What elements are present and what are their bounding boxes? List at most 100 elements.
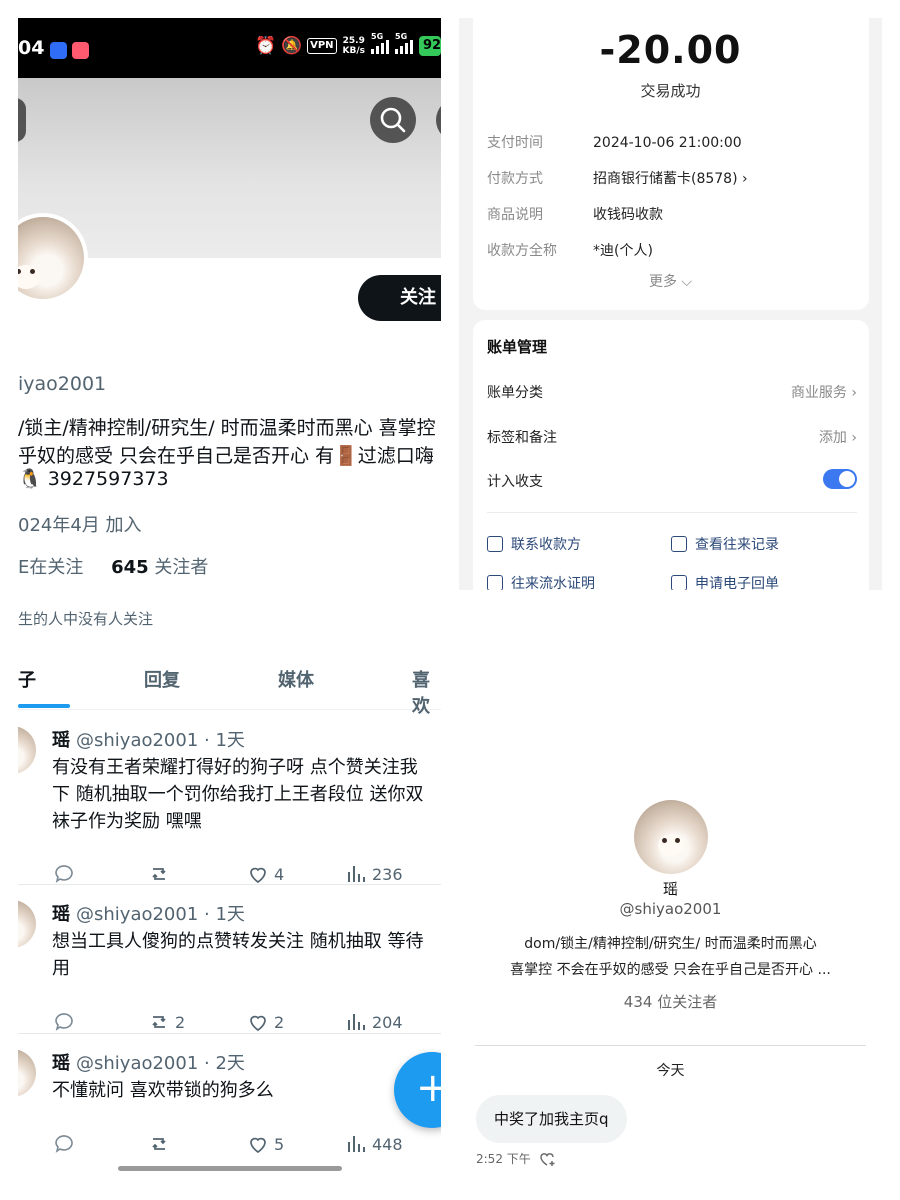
- tweet-author-name[interactable]: 瑶: [52, 904, 70, 925]
- repost-icon: [152, 868, 166, 880]
- status-time: 04: [18, 37, 45, 59]
- heart-icon: [250, 1137, 266, 1154]
- add-tag-button[interactable]: 添加 ›: [819, 427, 857, 447]
- mutual-followers-note: 生的人中没有人关注: [18, 610, 154, 628]
- repost-button[interactable]: 2: [147, 1010, 185, 1034]
- transaction-amount: -20.00: [599, 28, 742, 72]
- tweet-meta: @shiyao2001 · 1天: [76, 904, 245, 925]
- statement-proof-link[interactable]: 往来流水证明: [487, 573, 595, 590]
- detail-row-time: 支付时间 2024-10-06 21:00:00: [487, 135, 742, 151]
- search-button[interactable]: [370, 97, 416, 143]
- reply-button[interactable]: [52, 1132, 76, 1156]
- view-history-link[interactable]: 查看往来记录: [671, 534, 779, 554]
- tweet-header: 瑶 @shiyao2001 · 1天: [52, 726, 245, 752]
- payment-detail-screen: -20.00 交易成功 支付时间 2024-10-06 21:00:00 付款方式…: [459, 18, 882, 590]
- tweet-author-name[interactable]: 瑶: [52, 1053, 70, 1074]
- views-button[interactable]: 204: [344, 1010, 403, 1034]
- tweet-avatar[interactable]: [18, 900, 36, 948]
- chat-screen: 瑶 @shiyao2001 dom/锁主/精神控制/研究生/ 时而温柔时而黑心 …: [459, 590, 882, 1180]
- e-receipt-link[interactable]: 申请电子回单: [671, 573, 779, 590]
- join-date: 024年4月 加入: [18, 515, 142, 536]
- detail-row-item: 商品说明 收钱码收款: [487, 207, 663, 223]
- bill-category-value[interactable]: 商业服务 ›: [791, 382, 857, 402]
- status-icons: ⏰ 🔕 VPN 25.9 KB/s 5G 5G 92: [255, 32, 441, 56]
- tweet-actions: 5 448: [52, 1132, 441, 1156]
- contact-payee-link[interactable]: 联系收款方: [487, 534, 581, 554]
- tab-media[interactable]: 媒体: [278, 666, 314, 692]
- profile-screen: 04 ⏰ 🔕 VPN 25.9 KB/s 5G 5G 92 关注 iyao200…: [18, 18, 441, 1180]
- repost-icon: [152, 1138, 166, 1150]
- reply-button[interactable]: [52, 1010, 76, 1034]
- detail-row-payment-method[interactable]: 付款方式 招商银行储蓄卡(8578) ›: [487, 168, 748, 188]
- tweet-text: 想当工具人傻狗的点赞转发关注 随机抽取 等待 用: [52, 931, 424, 979]
- reply-icon: [55, 1013, 73, 1031]
- tweet[interactable]: 瑶 @shiyao2001 · 1天 想当工具人傻狗的点赞转发关注 随机抽取 等待…: [18, 894, 441, 1034]
- signal-icon: 5G: [395, 32, 413, 54]
- chat-contact-followers: 434 位关注者: [623, 993, 718, 1011]
- like-button[interactable]: 4: [246, 862, 284, 886]
- tab-likes[interactable]: 喜欢: [412, 666, 441, 718]
- views-icon: [348, 1136, 365, 1152]
- message-bubble[interactable]: 中奖了加我主页q: [476, 1095, 627, 1143]
- tweet-divider: [18, 884, 441, 885]
- back-button[interactable]: [18, 98, 26, 142]
- like-button[interactable]: 2: [246, 1010, 284, 1034]
- views-button[interactable]: 236: [344, 862, 403, 886]
- tweet[interactable]: 瑶 @shiyao2001 · 2天 不懂就问 喜欢带锁的狗多么 5 448: [18, 1043, 441, 1173]
- tweet-header: 瑶 @shiyao2001 · 2天: [52, 1049, 245, 1075]
- chat-contact-bio: 喜掌控 不会在乎奴的感受 只会在乎自己是否开心 ...: [510, 962, 831, 978]
- network-speed: 25.9 KB/s: [342, 36, 365, 56]
- tab-replies[interactable]: 回复: [144, 666, 180, 692]
- chat-divider: [475, 1045, 866, 1046]
- tweet-meta: @shiyao2001 · 1天: [76, 730, 245, 751]
- mute-bell-icon: 🔕: [281, 36, 303, 56]
- tweet-text: 有没有王者荣耀打得好的狗子呀 点个赞关注我 下 随机抽取一个罚你给我打上王者段位…: [52, 757, 424, 832]
- chat-contact-name: 瑶: [662, 880, 678, 898]
- reply-button[interactable]: [52, 862, 76, 886]
- tweet-avatar[interactable]: [18, 1049, 36, 1097]
- profile-handle: iyao2001: [18, 373, 107, 395]
- following-link[interactable]: E在关注: [18, 557, 83, 578]
- add-reaction-icon[interactable]: [539, 1151, 557, 1167]
- tab-posts[interactable]: 帖子: [18, 666, 36, 692]
- follow-button[interactable]: 关注: [358, 275, 441, 321]
- message-meta: 2:52 下午: [476, 1150, 557, 1167]
- more-details-button[interactable]: 更多 ⌵: [459, 271, 882, 291]
- tweet-actions: 2 2 204: [52, 1010, 441, 1034]
- heart-icon: [250, 1015, 266, 1032]
- detail-row-payee: 收款方全称 *迪(个人): [487, 243, 653, 259]
- app-notification-icon: [50, 42, 67, 59]
- include-in-budget-toggle[interactable]: [823, 469, 857, 489]
- views-button[interactable]: 448: [344, 1132, 403, 1156]
- tags-notes-row[interactable]: 标签和备注 添加 ›: [487, 427, 857, 447]
- alarm-icon: ⏰: [255, 36, 277, 56]
- bio-line: 乎奴的感受 只会在乎自己是否开心 有🚪过滤口嗨: [18, 445, 434, 467]
- tweet-avatar[interactable]: [18, 726, 36, 774]
- bio-line: /锁主/精神控制/研究生/ 时而温柔时而黑心 喜掌控: [18, 417, 436, 439]
- followers-count[interactable]: 645: [111, 557, 149, 578]
- transaction-status: 交易成功: [640, 82, 701, 100]
- reply-icon: [55, 1135, 73, 1153]
- chat-avatar[interactable]: [634, 800, 708, 874]
- document-icon: [487, 575, 503, 590]
- bill-category-row[interactable]: 账单分类 商业服务 ›: [487, 382, 857, 402]
- bill-management-title: 账单管理: [487, 338, 548, 356]
- battery-indicator: 92: [419, 36, 441, 56]
- followers-label[interactable]: 关注者: [154, 557, 208, 578]
- repost-icon: [152, 1016, 166, 1028]
- signal-icon: 5G: [371, 32, 389, 54]
- like-button[interactable]: 5: [246, 1132, 284, 1156]
- message-time: 2:52 下午: [476, 1152, 531, 1166]
- repost-button[interactable]: [147, 1132, 175, 1156]
- profile-tabs: 帖子 回复 媒体 喜欢: [18, 658, 441, 717]
- chat-contact-bio: dom/锁主/精神控制/研究生/ 时而温柔时而黑心: [524, 936, 817, 952]
- views-icon: [348, 1014, 365, 1030]
- tweet-author-name[interactable]: 瑶: [52, 730, 70, 751]
- app-notification-icon: [72, 42, 89, 59]
- search-icon: [380, 107, 406, 133]
- tweet-text: 不懂就问 喜欢带锁的狗多么: [52, 1080, 274, 1101]
- repost-button[interactable]: [147, 862, 175, 886]
- tweet-actions: 4 236: [52, 862, 441, 886]
- views-icon: [348, 866, 365, 882]
- tweet[interactable]: 瑶 @shiyao2001 · 1天 有没有王者荣耀打得好的狗子呀 点个赞关注我 …: [18, 720, 441, 886]
